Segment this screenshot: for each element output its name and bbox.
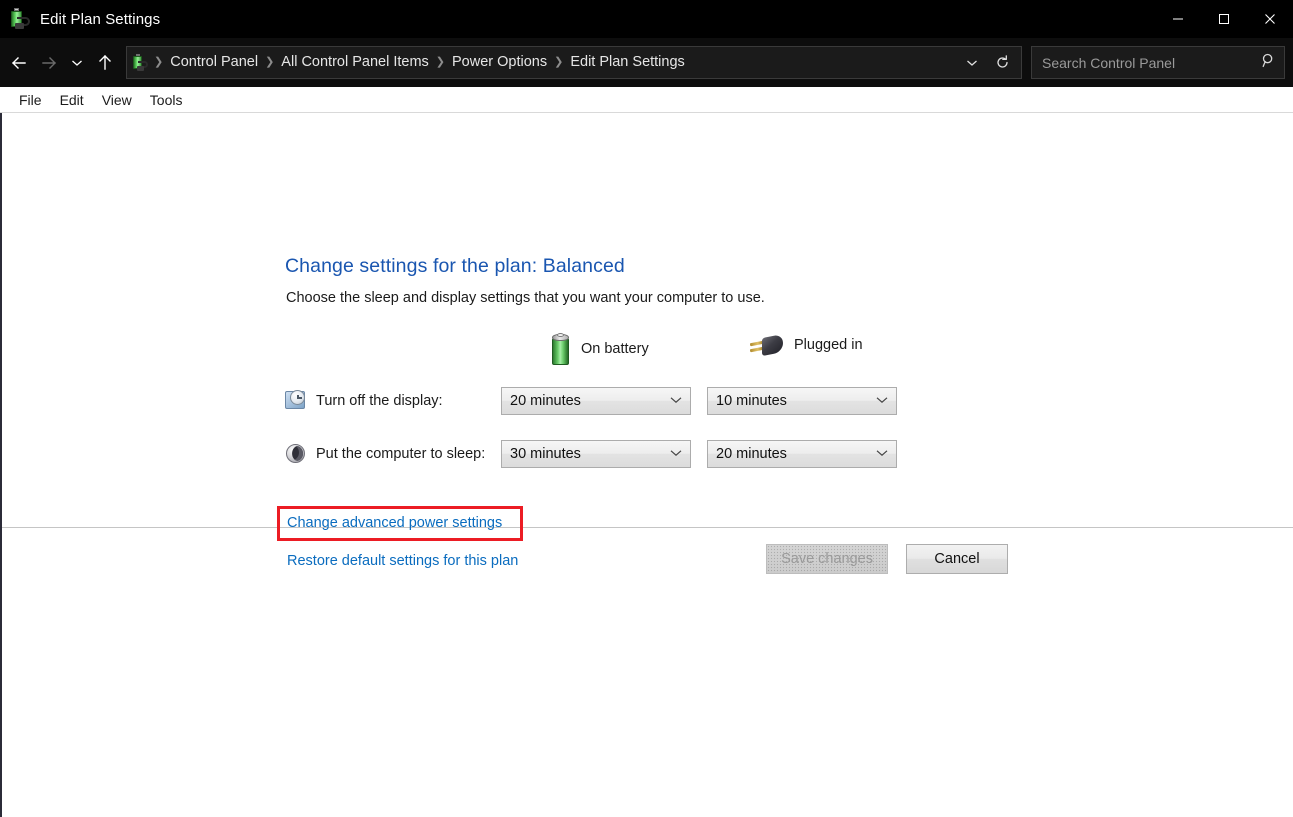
breadcrumb-separator: ❯ (154, 56, 164, 68)
breadcrumb-item-control-panel[interactable]: Control Panel (164, 47, 264, 78)
breadcrumb-item-edit-plan-settings[interactable]: Edit Plan Settings (564, 47, 690, 78)
menu-item-tools[interactable]: Tools (141, 90, 192, 110)
column-label-on-battery: On battery (581, 341, 649, 357)
edit-plan-settings-window: Edit Plan Settings ❯ Control Panel ❯ All… (0, 0, 1293, 817)
sleep-moon-icon (285, 443, 307, 465)
chevron-down-icon (876, 448, 888, 460)
breadcrumb-item-power-options[interactable]: Power Options (446, 47, 553, 78)
display-clock-icon (285, 390, 307, 412)
minimize-button[interactable] (1155, 0, 1201, 38)
search-icon[interactable] (1261, 53, 1276, 72)
dropdown-value: 10 minutes (716, 393, 787, 409)
chevron-down-icon (670, 448, 682, 460)
dropdown-value: 30 minutes (510, 446, 581, 462)
dropdown-sleep-plugged-in[interactable]: 20 minutes (707, 440, 897, 468)
title-bar: Edit Plan Settings (0, 0, 1293, 38)
window-controls (1155, 0, 1293, 38)
dropdown-sleep-on-battery[interactable]: 30 minutes (501, 440, 691, 468)
column-header-plugged-in: Plugged in (749, 333, 863, 357)
setting-row-put-computer-to-sleep: Put the computer to sleep: 30 minutes 20… (285, 440, 913, 468)
breadcrumb-separator: ❯ (435, 56, 445, 68)
dropdown-turn-off-display-on-battery[interactable]: 20 minutes (501, 387, 691, 415)
dropdown-turn-off-display-plugged-in[interactable]: 10 minutes (707, 387, 897, 415)
setting-label-put-computer-to-sleep: Put the computer to sleep: (316, 446, 486, 462)
breadcrumb-item-all-control-panel-items[interactable]: All Control Panel Items (275, 47, 434, 78)
battery-plug-icon (10, 8, 32, 30)
maximize-button[interactable] (1201, 0, 1247, 38)
column-header-on-battery: On battery (549, 333, 649, 365)
chevron-down-icon (876, 395, 888, 407)
battery-icon (549, 333, 571, 365)
menu-item-file[interactable]: File (10, 90, 51, 110)
up-button[interactable] (90, 46, 120, 80)
setting-label-turn-off-display: Turn off the display: (316, 393, 443, 409)
window-title: Edit Plan Settings (40, 10, 161, 28)
footer-button-bar: Save changes Cancel (2, 529, 1293, 589)
dropdown-value: 20 minutes (510, 393, 581, 409)
breadcrumb-separator: ❯ (554, 56, 564, 68)
breadcrumb-separator: ❯ (265, 56, 275, 68)
recent-locations-chevron-down-icon[interactable] (64, 46, 90, 80)
breadcrumb[interactable]: ❯ Control Panel ❯ All Control Panel Item… (126, 46, 1022, 79)
page-title: Change settings for the plan: Balanced (285, 255, 625, 277)
power-plug-icon (749, 333, 784, 357)
page-subtitle: Choose the sleep and display settings th… (286, 290, 765, 306)
save-changes-button[interactable]: Save changes (766, 544, 888, 574)
address-bar: ❯ Control Panel ❯ All Control Panel Item… (0, 38, 1293, 87)
setting-row-turn-off-display: Turn off the display: 20 minutes 10 minu… (285, 387, 913, 415)
search-input[interactable] (1042, 54, 1257, 71)
search-box[interactable] (1031, 46, 1285, 79)
close-button[interactable] (1247, 0, 1293, 38)
breadcrumb-history-chevron-down-icon[interactable] (957, 47, 987, 78)
column-label-plugged-in: Plugged in (794, 337, 863, 353)
power-options-icon (133, 53, 151, 72)
menu-bar: File Edit View Tools (0, 87, 1293, 113)
menu-item-edit[interactable]: Edit (51, 90, 93, 110)
cancel-button[interactable]: Cancel (906, 544, 1008, 574)
refresh-icon[interactable] (987, 47, 1017, 78)
chevron-down-icon (670, 395, 682, 407)
dropdown-value: 20 minutes (716, 446, 787, 462)
content-area: Change settings for the plan: Balanced C… (0, 113, 1293, 817)
menu-item-view[interactable]: View (93, 90, 141, 110)
forward-button[interactable] (34, 46, 64, 80)
back-button[interactable] (4, 46, 34, 80)
